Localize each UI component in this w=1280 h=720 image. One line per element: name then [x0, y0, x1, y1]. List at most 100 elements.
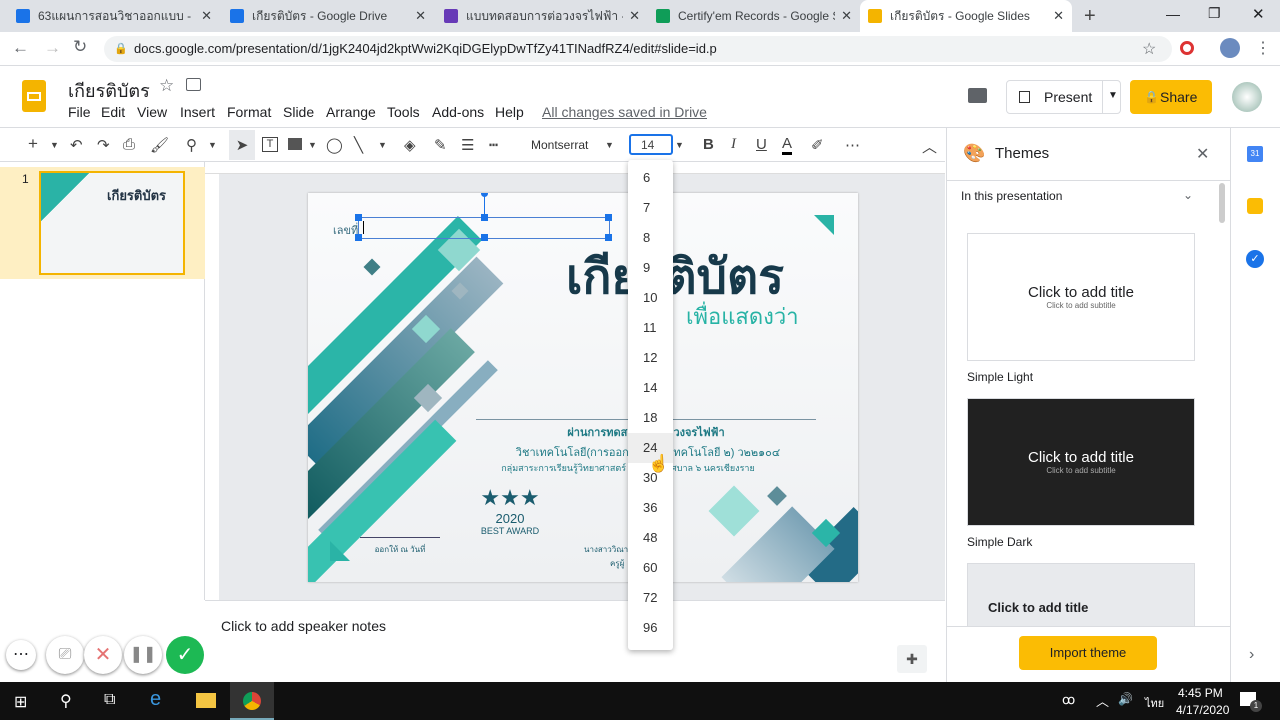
finish-recording-icon[interactable]: ✓	[166, 636, 204, 674]
bookmark-star-icon[interactable]: ☆	[1142, 39, 1156, 59]
menu-slide[interactable]: Slide	[283, 104, 314, 120]
browser-menu-icon[interactable]: ⋮	[1255, 38, 1271, 58]
more-icon[interactable]: ⋯	[845, 136, 860, 154]
slide[interactable]: เลขที่ เกียรติบัตร เพื่อแสดงว่า ผ่านการท…	[308, 193, 858, 582]
theme-simple-dark[interactable]: Click to add title Click to add subtitle	[967, 398, 1195, 526]
pause-icon[interactable]: ❚❚	[124, 636, 162, 674]
font-size-option[interactable]: 96	[628, 613, 673, 643]
url-input[interactable]: 🔒 docs.google.com/presentation/d/1jgK2404…	[104, 36, 1172, 62]
font-size-option[interactable]: 12	[628, 343, 673, 373]
camera-icon[interactable]: ⎚	[46, 636, 84, 674]
move-folder-icon[interactable]	[186, 78, 201, 91]
line-icon[interactable]: ╲	[354, 136, 363, 154]
slides-logo-icon[interactable]	[22, 80, 46, 112]
selected-text-box[interactable]	[355, 193, 612, 241]
present-dropdown-icon[interactable]: ▼	[1108, 90, 1118, 101]
search-icon[interactable]: ⚲	[60, 691, 72, 711]
keep-icon[interactable]	[1247, 198, 1263, 214]
font-size-option[interactable]: 48	[628, 523, 673, 553]
undo-icon[interactable]: ↶	[70, 136, 83, 154]
font-size-option[interactable]: 9	[628, 253, 673, 283]
font-size-option[interactable]: 18	[628, 403, 673, 433]
import-theme-button[interactable]: Import theme	[1019, 636, 1157, 670]
share-button[interactable]: 🔒 Share	[1130, 80, 1212, 114]
menu-help[interactable]: Help	[495, 104, 524, 120]
close-tab-icon[interactable]: ✕	[415, 8, 426, 24]
zoom-dropdown-icon[interactable]: ▼	[208, 140, 217, 150]
collapse-toolbar-icon[interactable]: ︿	[922, 136, 937, 157]
border-weight-icon[interactable]: ☰	[461, 136, 474, 154]
present-button[interactable]: Present ▼	[1006, 80, 1121, 114]
themes-section-select[interactable]: In this presentation	[961, 189, 1062, 203]
font-dropdown-icon[interactable]: ▼	[605, 140, 614, 150]
show-hidden-icon[interactable]: ︿	[1096, 691, 1109, 710]
font-size-input[interactable]: 14	[629, 134, 673, 155]
line-dropdown-icon[interactable]: ▼	[378, 140, 387, 150]
star-icon[interactable]: ☆	[159, 76, 174, 96]
edge-icon[interactable]: e	[150, 688, 161, 711]
back-icon[interactable]: ←	[12, 38, 29, 58]
menu-add-ons[interactable]: Add-ons	[432, 104, 484, 120]
chrome-taskbar-button[interactable]	[230, 682, 274, 720]
clock-time[interactable]: 4:45 PM	[1178, 686, 1223, 700]
text-color-icon[interactable]: A	[782, 136, 793, 155]
maximize-button[interactable]: ❐	[1208, 5, 1221, 22]
user-avatar[interactable]	[1232, 82, 1262, 112]
zoom-icon[interactable]: ⚲	[186, 136, 197, 154]
menu-arrange[interactable]: Arrange	[326, 104, 376, 120]
save-status[interactable]: All changes saved in Drive	[542, 104, 707, 120]
menu-edit[interactable]: Edit	[101, 104, 125, 120]
print-icon[interactable]: ⎙	[123, 136, 135, 153]
minimize-button[interactable]: —	[1166, 6, 1180, 22]
task-view-icon[interactable]: ⧉	[104, 691, 115, 709]
border-color-icon[interactable]: ✎	[434, 136, 447, 154]
paint-format-icon[interactable]: 🖌	[150, 136, 169, 154]
explore-icon[interactable]: ✚	[897, 645, 927, 673]
new-slide-icon[interactable]: +	[28, 134, 38, 154]
browser-tab[interactable]: เกียรติบัตร - Google Slides ✕	[860, 0, 1072, 32]
forward-icon[interactable]: →	[44, 38, 61, 58]
speaker-notes[interactable]: Click to add speaker notes ✚	[205, 600, 945, 682]
font-size-option[interactable]: 10	[628, 283, 673, 313]
chevron-down-icon[interactable]: ⌄	[1183, 188, 1193, 202]
font-select[interactable]: Montserrat	[531, 138, 588, 152]
image-dropdown-icon[interactable]: ▼	[308, 140, 317, 150]
font-size-option[interactable]: 8	[628, 223, 673, 253]
people-icon[interactable]: ꝏ	[1062, 692, 1075, 708]
highlight-icon[interactable]: ✐	[811, 136, 824, 154]
clock-date[interactable]: 4/17/2020	[1176, 703, 1229, 717]
expand-panel-icon[interactable]: ›	[1249, 646, 1254, 664]
menu-tools[interactable]: Tools	[387, 104, 420, 120]
menu-file[interactable]: File	[68, 104, 91, 120]
rotate-handle[interactable]	[481, 193, 488, 197]
bold-icon[interactable]: B	[703, 136, 714, 153]
scrollbar[interactable]	[1219, 183, 1225, 223]
browser-tab[interactable]: แบบทดสอบการต่อวงจรไฟฟ้า - Goo✕	[436, 0, 648, 32]
theme-streamline[interactable]: Click to add title	[967, 563, 1195, 627]
select-icon[interactable]: ➤	[229, 130, 255, 160]
browser-tab[interactable]: เกียรติบัตร - Google Drive ✕	[222, 0, 434, 32]
comments-icon[interactable]	[968, 88, 987, 103]
horizontal-ruler[interactable]	[205, 162, 945, 174]
border-dash-icon[interactable]: ┅	[489, 136, 498, 154]
extension-icon[interactable]	[1180, 41, 1194, 55]
font-size-option[interactable]: 14	[628, 373, 673, 403]
volume-icon[interactable]: 🔊	[1118, 692, 1133, 706]
close-tab-icon[interactable]: ✕	[841, 8, 852, 24]
browser-tab[interactable]: 63แผนการสอนวิชาออกแบบ - Goo✕	[8, 0, 220, 32]
close-window-button[interactable]: ✕	[1252, 5, 1265, 23]
image-icon[interactable]	[288, 138, 302, 150]
menu-format[interactable]: Format	[227, 104, 271, 120]
language-indicator[interactable]: ไทย	[1145, 694, 1164, 712]
calendar-icon[interactable]: 31	[1247, 146, 1263, 162]
font-size-option[interactable]: 11	[628, 313, 673, 343]
windows-start-icon[interactable]: ⊞	[14, 692, 27, 712]
new-tab-button[interactable]: +	[1084, 5, 1096, 28]
redo-icon[interactable]: ↷	[97, 136, 110, 154]
font-size-option[interactable]: 60	[628, 553, 673, 583]
menu-insert[interactable]: Insert	[180, 104, 215, 120]
browser-tab[interactable]: Certify'em Records - Google Sh ✕	[648, 0, 860, 32]
underline-icon[interactable]: U	[756, 136, 767, 153]
shape-icon[interactable]: ◯	[326, 136, 343, 154]
fill-color-icon[interactable]: ◈	[404, 136, 416, 154]
